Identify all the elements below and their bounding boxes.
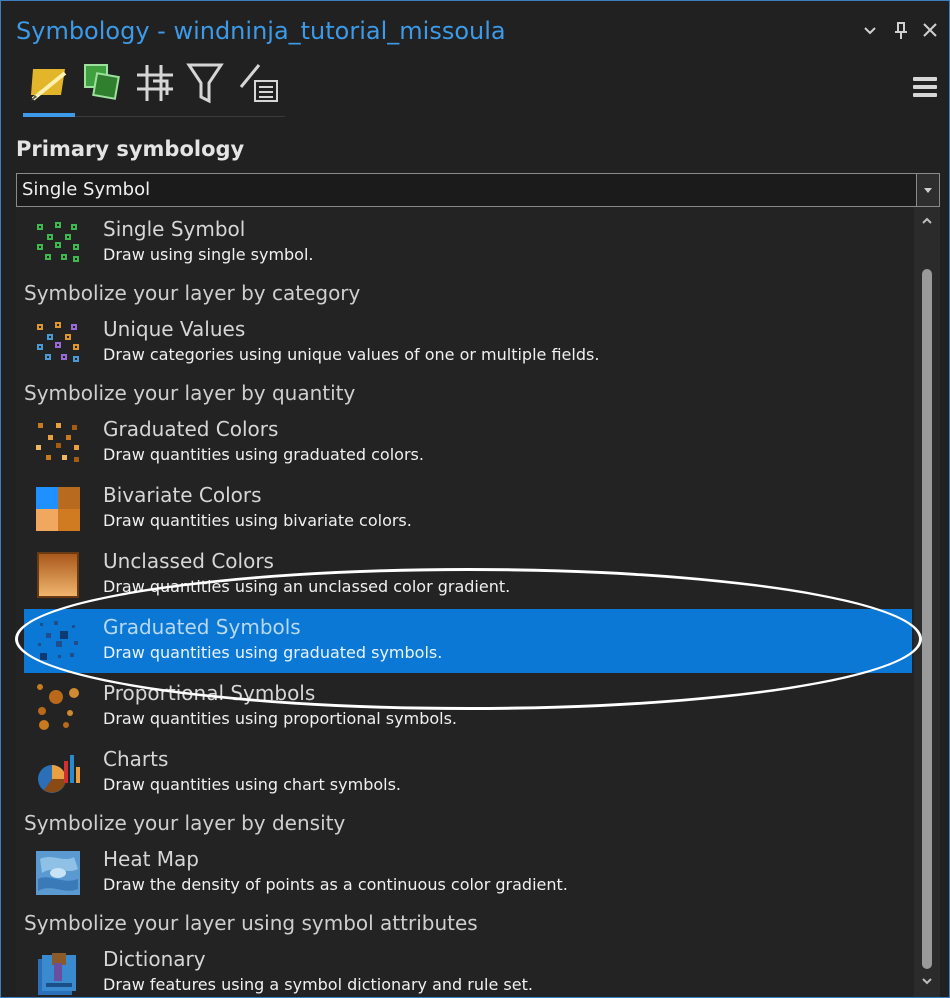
list-item-graduated-colors[interactable]: Graduated Colors Draw quantities using g…: [24, 411, 912, 475]
item-title: Heat Map: [103, 847, 200, 871]
category-header: Symbolize your layer using symbol attrib…: [24, 911, 478, 935]
bivariate-colors-icon: [34, 485, 82, 533]
list-scrollbar[interactable]: [914, 207, 940, 997]
item-description: Draw quantities using an unclassed color…: [103, 577, 511, 596]
label-classes-icon[interactable]: [237, 61, 281, 105]
item-description: Draw features using a symbol dictionary …: [103, 975, 533, 994]
dictionary-icon: [34, 949, 82, 997]
proportional-symbols-icon: [34, 683, 82, 731]
scroll-up-icon[interactable]: [921, 215, 933, 227]
item-title: Unclassed Colors: [103, 549, 274, 573]
charts-icon: [34, 749, 82, 797]
list-item-heat-map[interactable]: Heat Map Draw the density of points as a…: [24, 841, 912, 905]
item-description: Draw quantities using graduated symbols.: [103, 643, 443, 662]
hamburger-menu-icon[interactable]: [913, 77, 937, 99]
primary-symbology-label: Primary symbology: [16, 137, 245, 161]
list-item-unclassed-colors[interactable]: Unclassed Colors Draw quantities using a…: [24, 543, 912, 607]
item-title: Bivariate Colors: [103, 483, 262, 507]
primary-symbology-dropdown[interactable]: Single Symbol: [16, 173, 940, 207]
item-description: Draw the density of points as a continuo…: [103, 875, 568, 894]
item-description: Draw quantities using bivariate colors.: [103, 511, 412, 530]
list-item-unique-values[interactable]: Unique Values Draw categories using uniq…: [24, 311, 912, 375]
pin-icon[interactable]: [893, 17, 909, 52]
filter-icon[interactable]: [183, 61, 227, 105]
category-header: Symbolize your layer by category: [24, 281, 361, 305]
item-title: Charts: [103, 747, 169, 771]
chevron-down-icon[interactable]: [863, 17, 877, 52]
graduated-colors-icon: [34, 419, 82, 467]
scrollbar-thumb[interactable]: [922, 269, 932, 969]
vary-symbology-icon[interactable]: [79, 61, 123, 105]
scroll-down-icon[interactable]: [921, 975, 933, 987]
item-description: Draw categories using unique values of o…: [103, 345, 600, 364]
pane-title: Symbology - windninja_tutorial_missoula: [16, 17, 506, 45]
list-item-bivariate-colors[interactable]: Bivariate Colors Draw quantities using b…: [24, 477, 912, 541]
symbology-options-list[interactable]: Single Symbol Draw using single symbol. …: [16, 207, 940, 997]
symbol-layer-drawing-icon[interactable]: [133, 61, 177, 105]
item-title: Dictionary: [103, 947, 206, 971]
list-item-graduated-symbols[interactable]: Graduated Symbols Draw quantities using …: [24, 609, 912, 673]
heat-map-icon: [34, 849, 82, 897]
symbology-pane: Symbology - windninja_tutorial_missoula: [0, 0, 950, 998]
symbology-toolbar: [23, 61, 285, 117]
active-tab-indicator: [23, 113, 75, 117]
unique-values-icon: [34, 319, 82, 367]
list-item-dictionary[interactable]: Dictionary Draw features using a symbol …: [24, 941, 912, 997]
item-description: Draw using single symbol.: [103, 245, 314, 264]
primary-symbology-icon[interactable]: [27, 61, 71, 105]
close-icon[interactable]: [921, 17, 939, 52]
item-description: Draw quantities using graduated colors.: [103, 445, 424, 464]
item-title: Graduated Colors: [103, 417, 279, 441]
unclassed-colors-icon: [34, 551, 82, 599]
dropdown-arrow-button[interactable]: [916, 174, 939, 206]
list-item-charts[interactable]: Charts Draw quantities using chart symbo…: [24, 741, 912, 805]
item-description: Draw quantities using proportional symbo…: [103, 709, 458, 728]
graduated-symbols-icon: [34, 617, 82, 665]
category-header: Symbolize your layer by quantity: [24, 381, 356, 405]
dropdown-selected-value: Single Symbol: [22, 179, 151, 200]
list-item-proportional-symbols[interactable]: Proportional Symbols Draw quantities usi…: [24, 675, 912, 739]
list-item-single-symbol[interactable]: Single Symbol Draw using single symbol.: [24, 211, 912, 275]
item-description: Draw quantities using chart symbols.: [103, 775, 402, 794]
single-symbol-icon: [34, 219, 82, 267]
item-title: Unique Values: [103, 317, 246, 341]
item-title: Graduated Symbols: [103, 615, 301, 639]
item-title: Single Symbol: [103, 217, 246, 241]
item-title: Proportional Symbols: [103, 681, 316, 705]
category-header: Symbolize your layer by density: [24, 811, 346, 835]
